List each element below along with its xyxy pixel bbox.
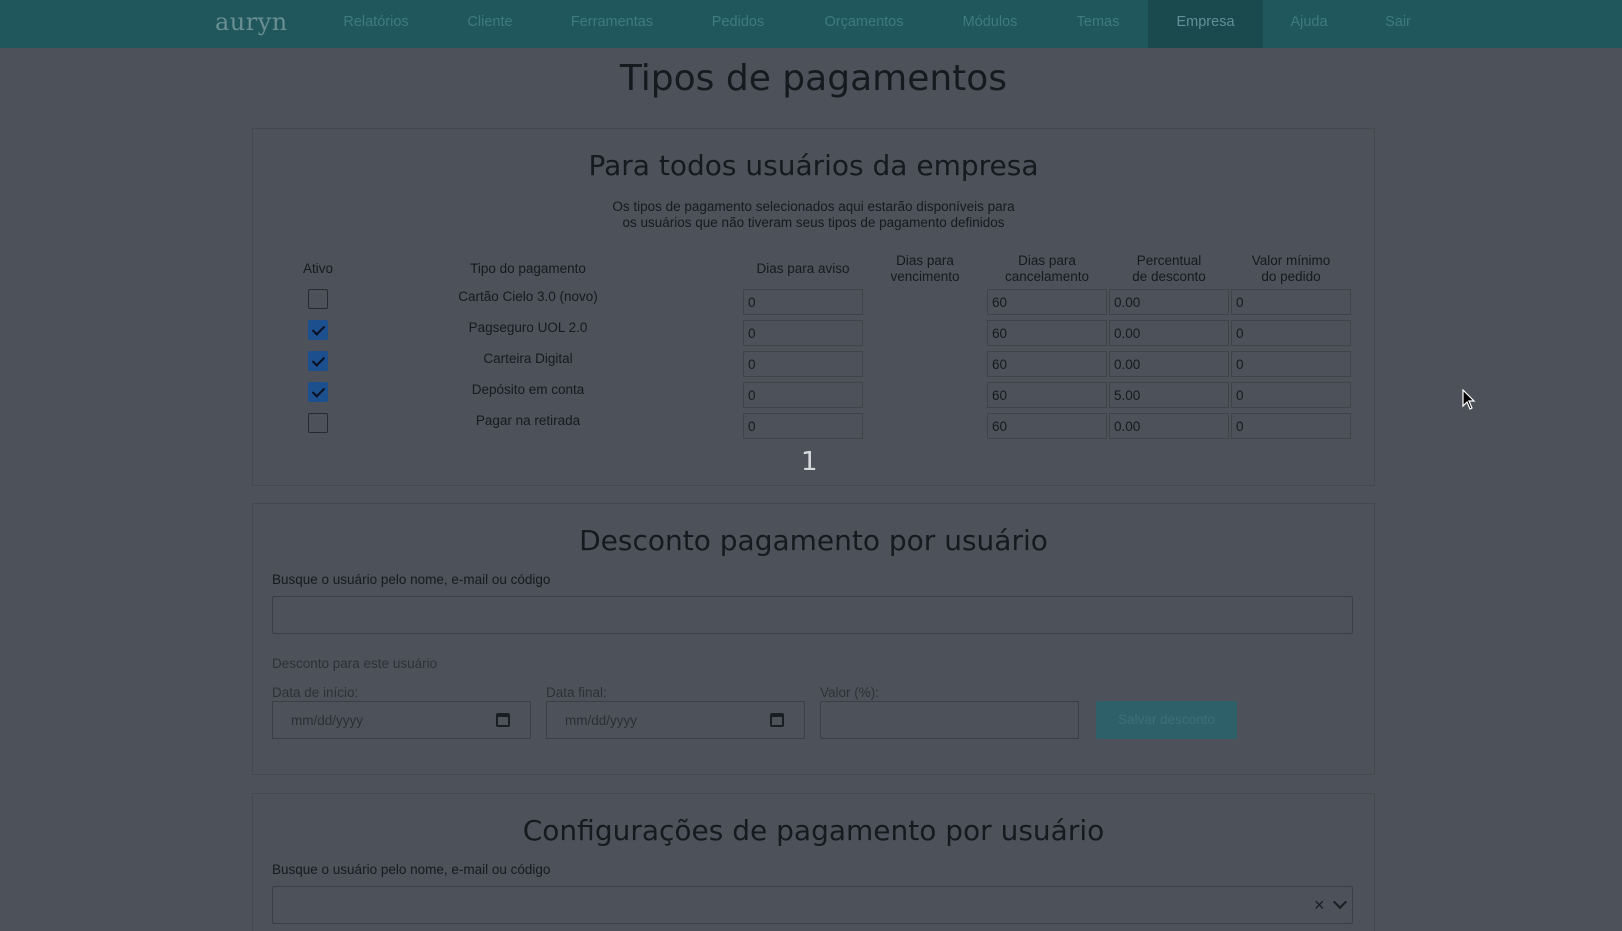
- start-date-label: Data de início:: [272, 685, 359, 700]
- nav-relatorios[interactable]: Relatórios: [318, 0, 434, 48]
- row-notice-days-input[interactable]: 0: [743, 320, 863, 346]
- chevron-down-icon[interactable]: [1332, 894, 1348, 910]
- row-min-value-input[interactable]: 0: [1231, 382, 1351, 408]
- col-header-due-days-l1: Dias para: [896, 253, 954, 268]
- company-payment-types-panel: Para todos usuários da empresa Os tipos …: [252, 128, 1375, 486]
- end-date-input[interactable]: mm/dd/yyyy: [546, 701, 805, 739]
- start-date-input[interactable]: mm/dd/yyyy: [272, 701, 531, 739]
- row-cancel-days-input[interactable]: 60: [987, 320, 1107, 346]
- row-cancel-days-input[interactable]: 60: [987, 413, 1107, 439]
- row-payment-type: Carteira Digital: [483, 351, 573, 366]
- col-header-due-days-l2: vencimento: [890, 269, 960, 284]
- nav-orcamentos[interactable]: Orçamentos: [805, 0, 923, 48]
- nav-modulos[interactable]: Módulos: [933, 0, 1047, 48]
- col-header-discount-l1: Percentual: [1136, 253, 1202, 268]
- start-date-placeholder: mm/dd/yyyy: [291, 713, 364, 728]
- calendar-icon[interactable]: [496, 713, 510, 727]
- row-discount-input[interactable]: 0.00: [1109, 413, 1229, 439]
- row-payment-type: Depósito em conta: [471, 382, 585, 397]
- page-title: Tipos de pagamentos: [619, 58, 1008, 99]
- row-active-checkbox[interactable]: [308, 351, 328, 371]
- row-notice-days-input[interactable]: 0: [743, 289, 863, 315]
- col-header-notice-days: Dias para aviso: [756, 261, 850, 276]
- row-active-checkbox[interactable]: [308, 413, 328, 433]
- user-config-search-label: Busque o usuário pelo nome, e-mail ou có…: [272, 862, 551, 877]
- user-discount-title: Desconto pagamento por usuário: [579, 524, 1048, 557]
- row-notice-days-input[interactable]: 0: [743, 351, 863, 377]
- nav-ajuda[interactable]: Ajuda: [1269, 0, 1349, 48]
- top-navbar: auryn Relatórios Cliente Ferramentas Ped…: [0, 0, 1622, 48]
- calendar-icon[interactable]: [770, 713, 784, 727]
- row-payment-type: Pagar na retirada: [475, 413, 581, 428]
- row-payment-type: Cartão Cielo 3.0 (novo): [458, 289, 598, 304]
- user-config-select[interactable]: ×: [272, 886, 1353, 924]
- col-header-active: Ativo: [302, 261, 333, 276]
- row-min-value-input[interactable]: 0: [1231, 289, 1351, 315]
- brand-logo[interactable]: auryn: [215, 8, 288, 36]
- row-discount-input[interactable]: 0.00: [1109, 289, 1229, 315]
- row-active-checkbox[interactable]: [308, 382, 328, 402]
- nav-ferramentas[interactable]: Ferramentas: [555, 0, 669, 48]
- col-header-min-value-l1: Valor mínimo: [1251, 253, 1331, 268]
- discount-value-input[interactable]: [820, 701, 1079, 739]
- company-section-title: Para todos usuários da empresa: [588, 149, 1039, 182]
- user-config-title: Configurações de pagamento por usuário: [522, 814, 1105, 847]
- row-notice-days-input[interactable]: 0: [743, 413, 863, 439]
- user-search-input[interactable]: [272, 596, 1353, 634]
- row-discount-input[interactable]: 0.00: [1109, 351, 1229, 377]
- row-discount-input[interactable]: 0.00: [1109, 320, 1229, 346]
- row-min-value-input[interactable]: 0: [1231, 351, 1351, 377]
- discount-value-label: Valor (%):: [820, 685, 880, 700]
- company-section-subtitle-line2: os usuários que não tiveram seus tipos d…: [622, 215, 1005, 230]
- row-cancel-days-input[interactable]: 60: [987, 289, 1107, 315]
- col-header-min-value-l2: do pedido: [1261, 269, 1321, 284]
- nav-empresa[interactable]: Empresa: [1148, 0, 1263, 48]
- row-discount-input[interactable]: 5.00: [1109, 382, 1229, 408]
- user-search-label: Busque o usuário pelo nome, e-mail ou có…: [272, 572, 551, 587]
- end-date-placeholder: mm/dd/yyyy: [565, 713, 638, 728]
- col-header-type: Tipo do pagamento: [470, 261, 586, 276]
- end-date-label: Data final:: [546, 685, 607, 700]
- clear-icon[interactable]: ×: [1314, 896, 1325, 914]
- col-header-discount-l2: de desconto: [1132, 269, 1206, 284]
- user-discount-panel: Desconto pagamento por usuário Busque o …: [252, 503, 1375, 775]
- row-cancel-days-input[interactable]: 60: [987, 382, 1107, 408]
- pagination-page[interactable]: 1: [801, 447, 818, 477]
- user-payment-config-panel: Configurações de pagamento por usuário B…: [252, 793, 1375, 931]
- nav-temas[interactable]: Temas: [1057, 0, 1139, 48]
- row-min-value-input[interactable]: 0: [1231, 320, 1351, 346]
- nav-cliente[interactable]: Cliente: [440, 0, 540, 48]
- row-notice-days-input[interactable]: 0: [743, 382, 863, 408]
- col-header-cancel-days-l2: cancelamento: [1004, 269, 1090, 284]
- save-discount-button[interactable]: Salvar desconto: [1096, 701, 1237, 739]
- nav-pedidos[interactable]: Pedidos: [683, 0, 793, 48]
- nav-sair[interactable]: Sair: [1358, 0, 1438, 48]
- row-active-checkbox[interactable]: [308, 320, 328, 340]
- row-min-value-input[interactable]: 0: [1231, 413, 1351, 439]
- mouse-cursor-icon: [1462, 389, 1476, 410]
- row-payment-type: Pagseguro UOL 2.0: [468, 320, 588, 335]
- discount-for-user-label: Desconto para este usuário: [272, 656, 438, 671]
- row-cancel-days-input[interactable]: 60: [987, 351, 1107, 377]
- row-active-checkbox[interactable]: [308, 289, 328, 309]
- company-section-subtitle-line1: Os tipos de pagamento selecionados aqui …: [612, 199, 1015, 214]
- col-header-cancel-days-l1: Dias para: [1018, 253, 1076, 268]
